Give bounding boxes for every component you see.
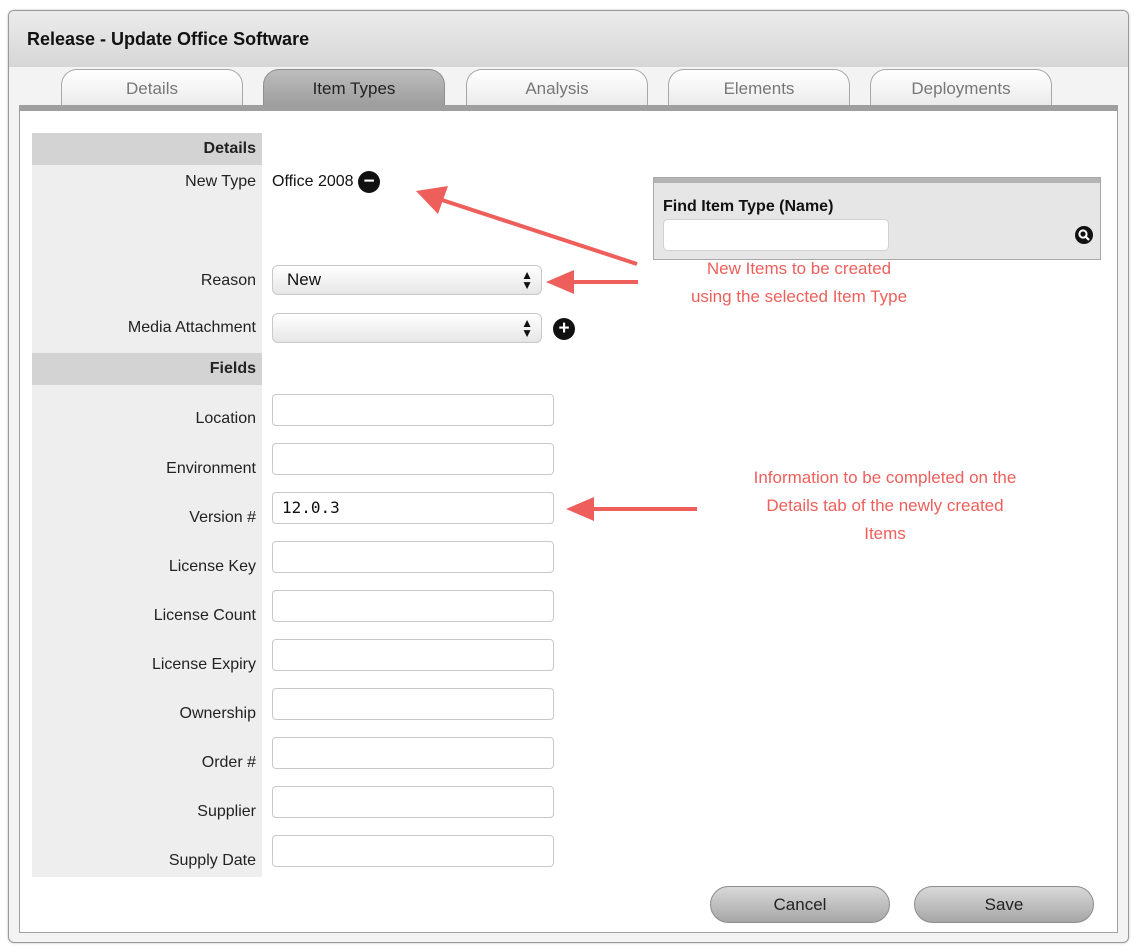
annotation-arrows [416, 186, 697, 521]
annotation-arrow-to-reason [546, 270, 638, 294]
annotation-arrow-to-version [566, 497, 697, 521]
annotation-arrow-to-new-type [416, 186, 638, 266]
